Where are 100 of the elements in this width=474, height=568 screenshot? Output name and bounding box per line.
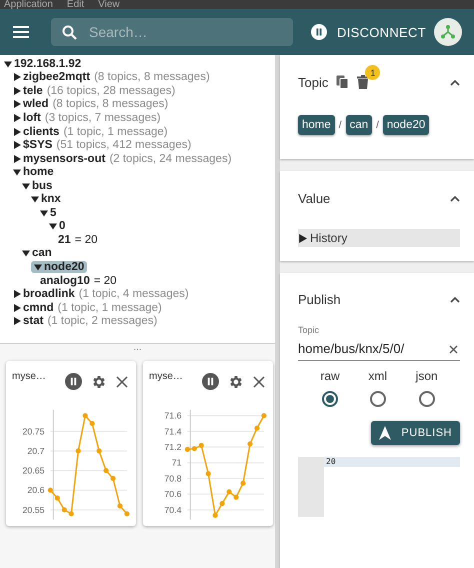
topic-chip[interactable]: can	[346, 115, 372, 135]
tree-node[interactable]: home	[13, 166, 54, 178]
topic-field[interactable]: home/bus/knx/5/0/	[298, 337, 460, 361]
tree-node[interactable]: loft	[13, 112, 41, 124]
radio-button[interactable]	[418, 391, 435, 407]
tree-node[interactable]: 5	[40, 206, 56, 219]
tick-label: 71.4	[164, 426, 182, 437]
chevron-up-icon[interactable]	[450, 195, 460, 202]
caret-down-icon[interactable]	[4, 60, 12, 68]
history-toggle[interactable]: History	[298, 229, 460, 247]
tree-node[interactable]: knx	[31, 193, 61, 206]
tree-node[interactable]: 192.168.1.92	[4, 58, 82, 70]
path-separator: /	[338, 120, 342, 130]
clear-icon[interactable]	[449, 345, 458, 354]
data-point	[247, 442, 253, 447]
pause-icon[interactable]	[311, 24, 327, 40]
tick-label: 20.75	[22, 426, 45, 437]
tick-label: 71	[172, 458, 182, 468]
tree-node[interactable]: clients	[13, 126, 60, 138]
data-point	[117, 504, 123, 509]
data-point	[124, 512, 130, 517]
format-option[interactable]: raw	[320, 369, 340, 407]
panel-title: Publish	[298, 292, 341, 306]
tree-node[interactable]: $SYS	[13, 139, 52, 152]
topic-summary: (16 topics, 28 messages)	[46, 84, 176, 97]
code-editor[interactable]: 20	[298, 457, 460, 517]
settings-icon[interactable]	[91, 374, 107, 390]
tick-label: 20.55	[22, 505, 45, 516]
tree-node[interactable]: analog10	[40, 274, 90, 287]
panel-title: Value	[298, 190, 330, 206]
menu-item[interactable]: Application	[4, 0, 53, 9]
tick-label: 71.2	[164, 442, 182, 452]
chevron-up-icon[interactable]	[450, 79, 460, 86]
data-point	[104, 468, 109, 474]
tree-node[interactable]: cmnd	[13, 302, 54, 314]
topic-summary: (8 topics, 8 messages)	[52, 98, 168, 110]
tick-label: 70.6	[164, 490, 182, 500]
close-icon[interactable]	[253, 376, 265, 388]
topic-summary: (8 topics, 8 messages)	[94, 71, 210, 84]
chevron-up-icon[interactable]	[450, 296, 460, 303]
tick-label: 20.65	[22, 466, 45, 476]
tree-node[interactable]: 0	[49, 220, 66, 232]
data-point	[198, 443, 204, 448]
topic-value: = 20	[74, 234, 98, 246]
tree-node[interactable]: bus	[22, 180, 52, 192]
data-point	[48, 488, 53, 494]
tick-label: 20.6	[27, 486, 45, 496]
tick-label: 71.6	[164, 411, 182, 422]
tree-node[interactable]: mysensors-out	[13, 152, 106, 165]
field-label: Topic	[298, 325, 320, 335]
disconnect-button[interactable]: DISCONNECT	[337, 24, 426, 40]
navigation-arrow-icon	[379, 426, 392, 440]
radio-button[interactable]	[322, 391, 338, 407]
topic-chip[interactable]: node20	[382, 115, 430, 135]
path-separator: /	[376, 120, 379, 130]
tree-node[interactable]: stat	[13, 315, 44, 328]
data-point	[192, 446, 197, 452]
tree-node[interactable]: broadlink	[13, 288, 75, 300]
tree-node[interactable]: tele	[13, 84, 43, 97]
topic-summary: (1 topic, 1 message)	[58, 302, 162, 314]
data-point	[90, 421, 95, 427]
tree-node[interactable]: wled	[13, 98, 49, 110]
copy-icon[interactable]	[336, 75, 350, 89]
trash-icon[interactable]	[357, 75, 370, 89]
pause-icon[interactable]	[202, 373, 219, 390]
tree-node[interactable]: 21	[58, 234, 71, 246]
data-point	[68, 512, 74, 517]
menu-item[interactable]: Edit	[66, 0, 84, 9]
panel-title: Topic	[298, 74, 328, 90]
format-option[interactable]: xml	[368, 369, 387, 407]
topic-chip[interactable]: home	[298, 115, 335, 135]
data-point	[261, 414, 266, 419]
topic-summary: (3 topics, 7 messages)	[44, 112, 161, 124]
search-field[interactable]: Search…	[51, 18, 293, 46]
close-icon[interactable]	[116, 376, 128, 388]
format-option[interactable]: json	[416, 369, 438, 407]
chart-title: myse…	[149, 371, 183, 382]
topic-summary: (1 topic, 1 message)	[63, 126, 168, 138]
chart-title: myse…	[12, 371, 46, 382]
data-point	[82, 414, 88, 419]
menu-item[interactable]: View	[98, 0, 120, 9]
notification-badge: 1	[365, 65, 380, 80]
tree-node[interactable]: zigbee2mqtt	[13, 71, 90, 84]
tree-node[interactable]: can	[22, 247, 52, 260]
data-point	[206, 472, 211, 477]
data-point	[212, 513, 218, 518]
data-point	[184, 447, 190, 452]
menu-icon[interactable]	[13, 26, 29, 38]
tick-label: 70.4	[164, 505, 182, 516]
radio-button[interactable]	[370, 391, 386, 407]
network-icon	[440, 24, 456, 40]
publish-button[interactable]: PUBLISH	[371, 421, 460, 445]
tree-node[interactable]: node20	[31, 260, 88, 273]
data-point	[220, 501, 225, 507]
pause-icon[interactable]	[65, 373, 82, 390]
avatar[interactable]	[434, 18, 462, 46]
data-point	[62, 508, 67, 513]
settings-icon[interactable]	[228, 374, 244, 390]
tick-label: 70.8	[164, 474, 182, 484]
topic-summary: (2 topics, 24 messages)	[109, 152, 232, 165]
